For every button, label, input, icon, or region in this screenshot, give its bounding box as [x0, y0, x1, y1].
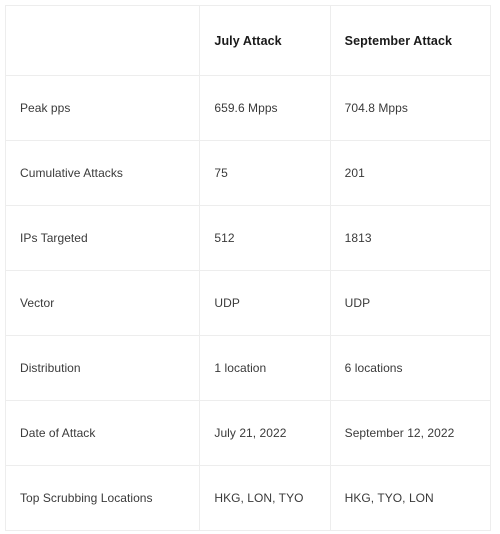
table-row: IPs Targeted 512 1813 — [4, 205, 492, 271]
cell-september-ips-targeted: 1813 — [329, 205, 492, 271]
attack-comparison-table: July Attack September Attack Peak pps 65… — [4, 5, 492, 531]
cell-september-top-scrubbing-locations: HKG, TYO, LON — [329, 465, 492, 531]
table-body: Peak pps 659.6 Mpps 704.8 Mpps Cumulativ… — [4, 75, 492, 531]
table-row: Cumulative Attacks 75 201 — [4, 140, 492, 206]
page-root: July Attack September Attack Peak pps 65… — [0, 0, 500, 534]
row-label-date-of-attack: Date of Attack — [4, 400, 201, 466]
table-header-row: July Attack September Attack — [4, 5, 492, 76]
table-header: July Attack September Attack — [4, 5, 492, 76]
cell-september-distribution: 6 locations — [329, 335, 492, 401]
table-row: Vector UDP UDP — [4, 270, 492, 336]
table-row: Distribution 1 location 6 locations — [4, 335, 492, 401]
column-header-july-attack: July Attack — [199, 5, 331, 76]
cell-september-peak-pps: 704.8 Mpps — [329, 75, 492, 141]
comparison-table-container: July Attack September Attack Peak pps 65… — [4, 5, 492, 531]
cell-july-vector: UDP — [199, 270, 331, 336]
row-label-vector: Vector — [4, 270, 201, 336]
column-header-september-attack: September Attack — [329, 5, 492, 76]
row-label-cumulative-attacks: Cumulative Attacks — [4, 140, 201, 206]
cell-july-distribution: 1 location — [199, 335, 331, 401]
table-row: Peak pps 659.6 Mpps 704.8 Mpps — [4, 75, 492, 141]
cell-july-peak-pps: 659.6 Mpps — [199, 75, 331, 141]
cell-july-date-of-attack: July 21, 2022 — [199, 400, 331, 466]
cell-july-cumulative-attacks: 75 — [199, 140, 331, 206]
cell-july-top-scrubbing-locations: HKG, LON, TYO — [199, 465, 331, 531]
cell-september-date-of-attack: September 12, 2022 — [329, 400, 492, 466]
column-header-metric — [4, 5, 201, 76]
cell-july-ips-targeted: 512 — [199, 205, 331, 271]
row-label-distribution: Distribution — [4, 335, 201, 401]
row-label-ips-targeted: IPs Targeted — [4, 205, 201, 271]
cell-september-cumulative-attacks: 201 — [329, 140, 492, 206]
table-row: Date of Attack July 21, 2022 September 1… — [4, 400, 492, 466]
row-label-top-scrubbing-locations: Top Scrubbing Locations — [4, 465, 201, 531]
table-row: Top Scrubbing Locations HKG, LON, TYO HK… — [4, 465, 492, 531]
cell-september-vector: UDP — [329, 270, 492, 336]
row-label-peak-pps: Peak pps — [4, 75, 201, 141]
